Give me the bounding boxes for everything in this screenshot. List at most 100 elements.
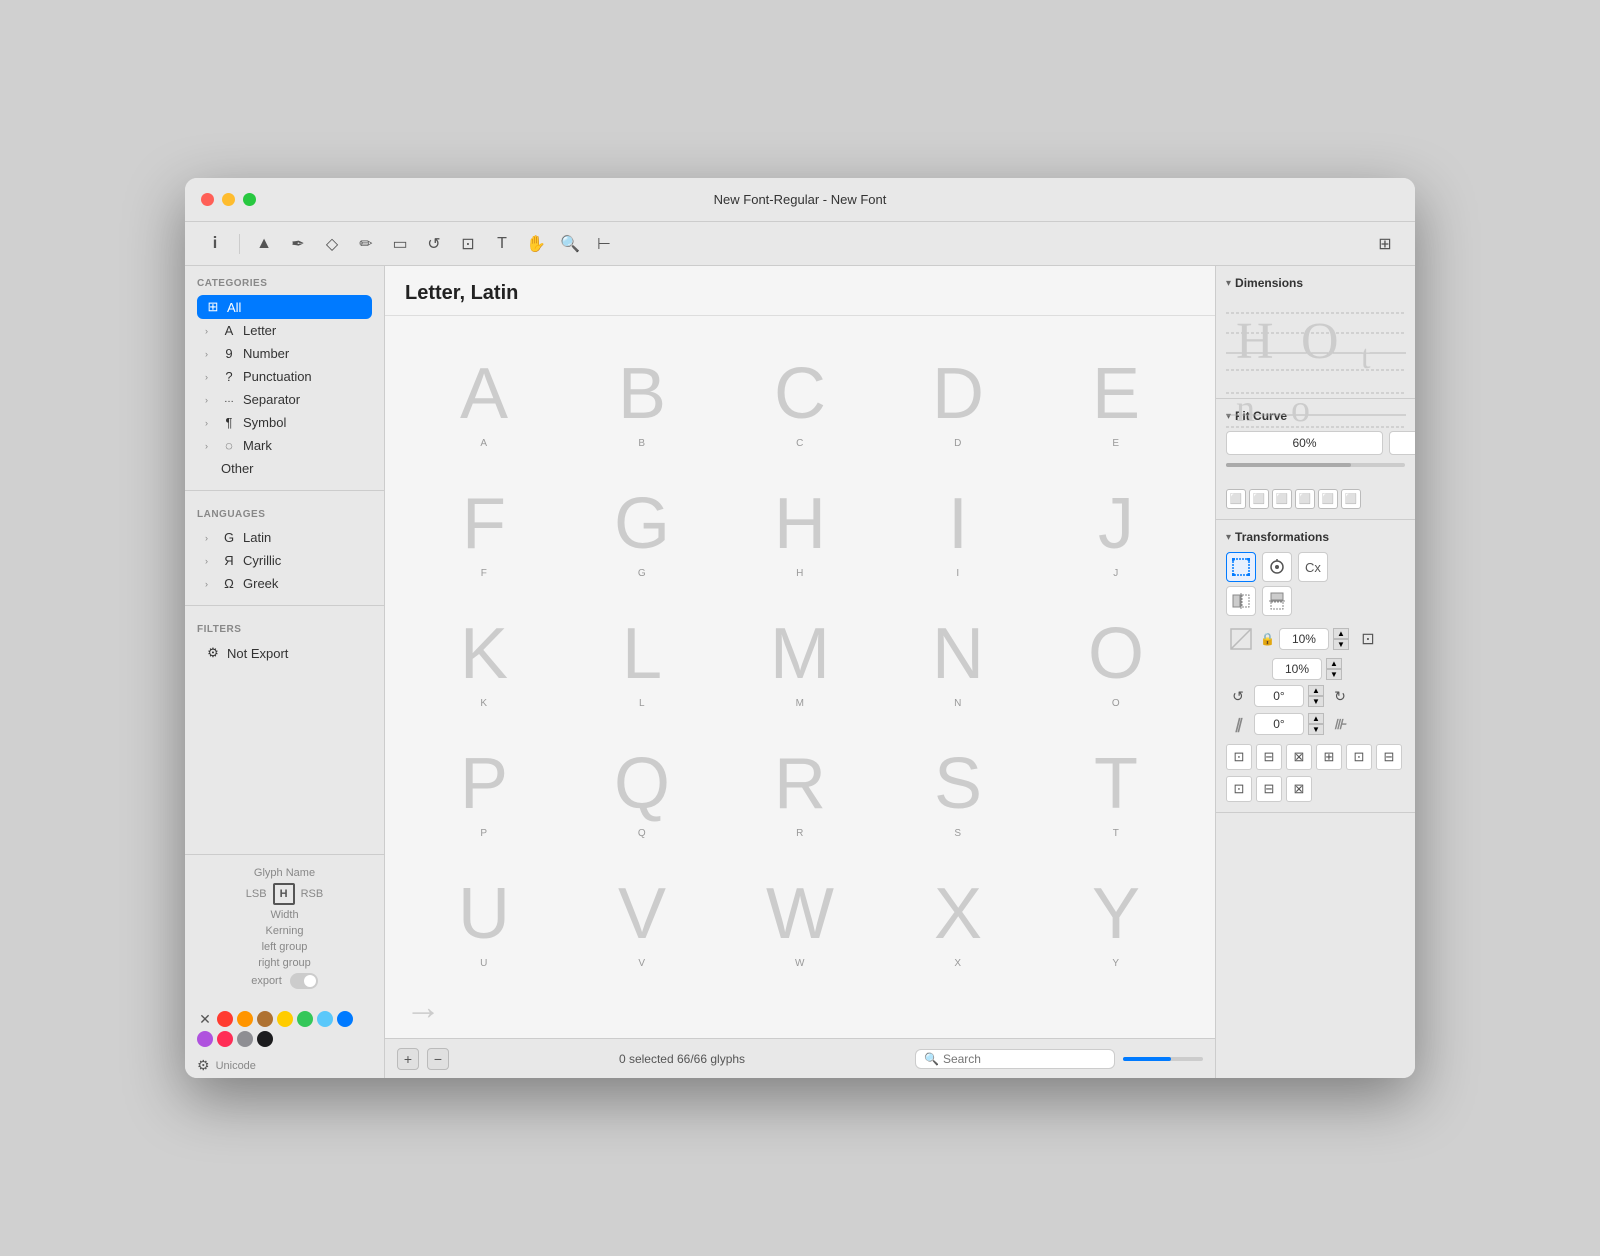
pencil-tool-button[interactable]: ✏ [352,230,380,258]
slant-icon[interactable]: ∥ [1226,712,1250,736]
transform-button[interactable]: ⊡ [454,230,482,258]
transform-flip-h-icon[interactable] [1226,586,1256,616]
color-purple[interactable] [197,1031,213,1047]
color-brown[interactable] [257,1011,273,1027]
slant-input[interactable] [1254,713,1304,735]
remove-glyph-button[interactable]: − [427,1048,449,1070]
align-bl[interactable]: ⊡ [1226,776,1252,802]
transform-apply-icon[interactable]: ⊡ [1353,624,1383,654]
add-glyph-button[interactable]: + [397,1048,419,1070]
glyph-cell-v[interactable]: V V [563,846,721,976]
slant-down[interactable]: ▼ [1308,724,1324,735]
glyph-cell-s[interactable]: S S [879,716,1037,846]
transform-text-icon[interactable]: Cx [1298,552,1328,582]
glyph-cell-i[interactable]: I I [879,456,1037,586]
color-clear-button[interactable]: ✕ [197,1011,213,1027]
measure-tool-button[interactable]: ⊢ [590,230,618,258]
glyph-cell-m[interactable]: M M [721,586,879,716]
glyph-cell-q[interactable]: Q Q [563,716,721,846]
align-tr[interactable]: ⊠ [1286,744,1312,770]
zoom-tool-button[interactable]: 🔍 [556,230,584,258]
glyph-cell-e[interactable]: E E [1037,326,1195,456]
align-ml[interactable]: ⊞ [1316,744,1342,770]
glyph-cell-l[interactable]: L L [563,586,721,716]
undo-button[interactable]: ↺ [420,230,448,258]
glyph-cell-o[interactable]: O O [1037,586,1195,716]
sidebar-item-latin[interactable]: › G Latin [197,526,372,549]
glyph-cell-n[interactable]: N N [879,586,1037,716]
sidebar-item-not-export[interactable]: ⚙ Not Export [197,641,372,665]
glyph-cell-x[interactable]: X X [879,846,1037,976]
fc-node-5[interactable]: ⬜ [1318,489,1338,509]
glyph-cell-j[interactable]: J J [1037,456,1195,586]
dimensions-header[interactable]: ▾ Dimensions [1226,276,1405,290]
sidebar-item-symbol[interactable]: › ¶ Symbol [197,411,372,434]
rotate-cw-icon[interactable]: ↻ [1328,684,1352,708]
glyph-cell-r[interactable]: R R [721,716,879,846]
transform-scale-btn[interactable] [1226,624,1256,654]
glyph-cell-g[interactable]: G G [563,456,721,586]
search-input[interactable] [943,1052,1106,1066]
rotate-ccw-icon[interactable]: ↺ [1226,684,1250,708]
sidebar-item-mark[interactable]: › ◌ Mark [197,434,372,457]
settings-icon[interactable]: ⚙ [197,1057,210,1074]
select-tool-button[interactable]: ▲ [250,230,278,258]
color-green[interactable] [297,1011,313,1027]
align-tl[interactable]: ⊡ [1226,744,1252,770]
color-light-blue[interactable] [317,1011,333,1027]
rotate-input[interactable] [1254,685,1304,707]
transform-flip-v-icon[interactable] [1262,586,1292,616]
zoom-track[interactable] [1123,1057,1203,1061]
hand-tool-button[interactable]: ✋ [522,230,550,258]
color-orange[interactable] [237,1011,253,1027]
glyph-cell-w[interactable]: W W [721,846,879,976]
glyph-cell-b[interactable]: B B [563,326,721,456]
transform-scale-icon[interactable] [1226,552,1256,582]
fc-node-3[interactable]: ⬜ [1272,489,1292,509]
glyph-cell-k[interactable]: K K [405,586,563,716]
close-button[interactable] [201,193,214,206]
pen-tool-button[interactable]: ✒ [284,230,312,258]
rotate-down[interactable]: ▼ [1308,696,1324,707]
color-black[interactable] [257,1031,273,1047]
fit-curve-slider[interactable] [1226,463,1405,483]
color-pink[interactable] [217,1031,233,1047]
info-button[interactable]: 𝐢 [201,230,229,258]
fc-node-1[interactable]: ⬜ [1226,489,1246,509]
color-yellow[interactable] [277,1011,293,1027]
sidebar-item-other[interactable]: Other [197,457,372,480]
sidebar-item-letter[interactable]: › A Letter [197,319,372,342]
minimize-button[interactable] [222,193,235,206]
sidebar-item-all[interactable]: ⊞ All [197,295,372,319]
text-tool-button[interactable]: T [488,230,516,258]
rect-tool-button[interactable]: ▭ [386,230,414,258]
glyph-cell-f[interactable]: F F [405,456,563,586]
sidebar-item-cyrillic[interactable]: › Я Cyrillic [197,549,372,572]
glyph-cell-t[interactable]: T T [1037,716,1195,846]
maximize-button[interactable] [243,193,256,206]
align-mc[interactable]: ⊡ [1346,744,1372,770]
glyph-cell-c[interactable]: C C [721,326,879,456]
slant-right-icon[interactable]: ⊪ [1328,712,1352,736]
fc-node-4[interactable]: ⬜ [1295,489,1315,509]
align-bc[interactable]: ⊟ [1256,776,1282,802]
scale-input-1[interactable] [1279,628,1329,650]
align-br[interactable]: ⊠ [1286,776,1312,802]
sidebar-item-greek[interactable]: › Ω Greek [197,572,372,595]
sidebar-item-punctuation[interactable]: › ? Punctuation [197,365,372,388]
scale-up-2[interactable]: ▲ [1326,658,1342,669]
align-tc[interactable]: ⊟ [1256,744,1282,770]
sidebar-item-number[interactable]: › 9 Number [197,342,372,365]
transformations-header[interactable]: ▾ Transformations [1226,530,1405,544]
glyph-cell-p[interactable]: P P [405,716,563,846]
sidebar-item-separator[interactable]: › … Separator [197,388,372,411]
panel-toggle-button[interactable]: ⊞ [1371,230,1399,258]
glyph-cell-d[interactable]: D D [879,326,1037,456]
glyph-cell-y[interactable]: Y Y [1037,846,1195,976]
scale-down-2[interactable]: ▼ [1326,669,1342,680]
fc-node-6[interactable]: ⬜ [1341,489,1361,509]
glyph-cell-a[interactable]: A A [405,326,563,456]
scale-down-1[interactable]: ▼ [1333,639,1349,650]
slant-up[interactable]: ▲ [1308,713,1324,724]
export-toggle[interactable] [290,973,318,989]
